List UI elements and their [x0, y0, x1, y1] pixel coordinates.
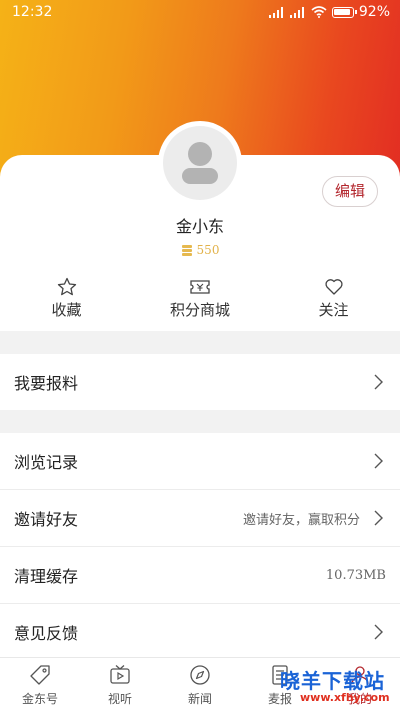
menu-label: 清理缓存 [14, 567, 79, 586]
tab-label: 金东号 [21, 692, 58, 706]
menu-row-report[interactable]: 我要报料 [0, 354, 400, 410]
quick-label: 关注 [318, 301, 349, 319]
avatar-head [188, 142, 212, 166]
quick-label: 收藏 [51, 301, 82, 319]
tab-news[interactable]: 新闻 [160, 658, 240, 711]
site-watermark: 晓羊下载站 www.xfhy.com [280, 665, 400, 711]
ticket-icon [190, 280, 210, 294]
tab-label: 视听 [107, 692, 132, 706]
avatar-body [182, 168, 218, 184]
signal-icon [268, 6, 285, 18]
tab-video[interactable]: 视听 [80, 658, 160, 711]
heart-icon [324, 279, 343, 295]
quick-following[interactable]: 关注 [267, 277, 400, 320]
points-value: 550 [196, 243, 220, 257]
status-icons: 92% [268, 4, 390, 20]
status-time: 12:32 [12, 4, 53, 20]
compass-icon [190, 665, 210, 685]
quick-points-mall[interactable]: 积分商城 [133, 277, 267, 320]
profile-screen: 12:32 92% 编辑 金小东 550 收藏 积分商城 关注 我要报料 浏览记… [0, 0, 400, 711]
battery-percent: 92% [358, 4, 390, 20]
username: 金小东 [175, 217, 224, 236]
menu-label: 意见反馈 [14, 624, 79, 643]
status-bar: 12:32 92% [0, 0, 400, 26]
chevron-right-icon [374, 374, 383, 390]
points-display[interactable]: 550 [0, 243, 400, 257]
tab-jindonghao[interactable]: 金东号 [0, 658, 80, 711]
menu-label: 我要报料 [14, 374, 79, 393]
menu-row-cache[interactable]: 清理缓存 10.73MB [0, 547, 400, 603]
signal-icon [289, 6, 306, 18]
battery-icon [331, 6, 357, 18]
watermark-title: 晓羊下载站 [280, 669, 385, 693]
menu-value: 邀请好友，赢取积分 [242, 512, 360, 528]
chevron-right-icon [374, 510, 383, 526]
chevron-right-icon [374, 624, 383, 640]
menu-row-feedback[interactable]: 意见反馈 [0, 604, 400, 660]
menu-label: 邀请好友 [14, 510, 79, 529]
menu-label: 浏览记录 [14, 453, 79, 472]
avatar[interactable] [163, 126, 237, 200]
edit-profile-button[interactable]: 编辑 [322, 176, 378, 207]
tab-label: 新闻 [187, 692, 212, 706]
tv-icon [110, 665, 130, 684]
chevron-right-icon [374, 453, 383, 469]
menu-row-invite[interactable]: 邀请好友 邀请好友，赢取积分 [0, 490, 400, 546]
watermark-url: www.xfhy.com [300, 691, 390, 704]
quick-label: 积分商城 [169, 301, 230, 319]
wifi-icon [311, 6, 327, 18]
menu-row-history[interactable]: 浏览记录 [0, 433, 400, 489]
tag-icon [30, 665, 50, 685]
quick-actions: 收藏 积分商城 关注 [0, 277, 400, 320]
quick-favorites[interactable]: 收藏 [0, 277, 133, 320]
star-icon [57, 277, 76, 296]
coin-icon [181, 244, 193, 256]
menu-value: 10.73MB [325, 567, 386, 583]
